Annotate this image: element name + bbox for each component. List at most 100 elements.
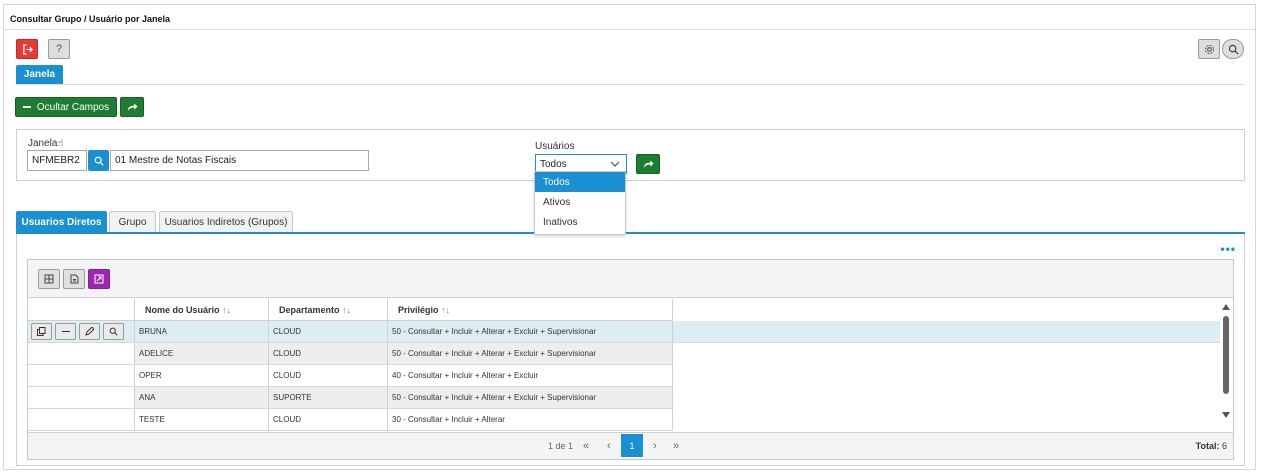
header-privilegio[interactable]: Privilégio ↑↓ xyxy=(388,299,673,320)
copy-button[interactable] xyxy=(31,323,52,340)
cell-nome: ANA xyxy=(135,387,269,408)
share-arrow-icon xyxy=(643,160,654,168)
table-row[interactable]: BRUNA CLOUD 50 - Consultar + Incluir + A… xyxy=(28,321,1220,343)
tab-usuarios-indiretos[interactable]: Usuarios Indiretos (Grupos) xyxy=(159,211,293,232)
pointer-icon: ☝ xyxy=(57,138,64,149)
more-options-icon[interactable]: ••• xyxy=(1220,242,1236,256)
total-count: Total: 6 xyxy=(1195,441,1227,451)
last-page-button[interactable]: » xyxy=(673,440,679,452)
option-todos[interactable]: Todos xyxy=(535,172,625,192)
row-actions xyxy=(28,409,135,430)
page-title: Consultar Grupo / Usuário por Janela xyxy=(10,14,171,24)
export-button[interactable] xyxy=(63,268,85,289)
current-page-button[interactable]: 1 xyxy=(621,434,643,457)
usuarios-dropdown: Todos Ativos Inativos xyxy=(534,171,626,235)
usuarios-select-value: Todos xyxy=(540,158,567,170)
table-row[interactable]: ANA SUPORTE 50 - Consultar + Incluir + A… xyxy=(28,387,673,409)
exit-button[interactable] xyxy=(16,39,38,59)
cell-departamento: CLOUD xyxy=(269,321,388,342)
help-label: ? xyxy=(55,43,63,55)
scroll-up-icon[interactable] xyxy=(1222,304,1230,310)
cell-privilegio: 50 - Consultar + Incluir + Alterar + Exc… xyxy=(388,343,673,364)
prev-page-button[interactable]: ‹ xyxy=(607,440,611,452)
sort-icon[interactable]: ↑↓ xyxy=(222,305,231,315)
janela-desc-value: 01 Mestre de Notas Fiscais xyxy=(115,155,237,166)
cell-nome: OPER xyxy=(135,365,269,386)
tab-usuarios-diretos[interactable]: Usuarios Diretos xyxy=(16,211,107,232)
option-inativos[interactable]: Inativos xyxy=(535,212,625,232)
janela-desc-field[interactable]: 01 Mestre de Notas Fiscais xyxy=(110,150,369,171)
main-window: Consultar Grupo / Usuário por Janela ? J… xyxy=(3,4,1256,470)
minus-icon xyxy=(61,331,70,332)
table-row[interactable]: TESTE CLOUD 30 - Consultar + Incluir + A… xyxy=(28,409,673,431)
next-page-button[interactable]: › xyxy=(653,440,657,452)
grid-toolbar xyxy=(28,260,1233,298)
hide-fields-label: Ocultar Campos xyxy=(36,101,110,113)
janela-search-button[interactable] xyxy=(88,150,109,171)
row-actions xyxy=(28,321,135,342)
forward-button[interactable] xyxy=(120,97,144,117)
cell-nome: TESTE xyxy=(135,409,269,430)
tab-janela[interactable]: Janela xyxy=(16,65,63,84)
janela-code-field[interactable]: NFMEBR2 xyxy=(27,150,87,171)
sort-icon[interactable]: ↑↓ xyxy=(342,305,351,315)
expand-icon xyxy=(94,274,104,283)
edit-button[interactable] xyxy=(79,323,100,340)
search-icon xyxy=(94,156,104,166)
cell-privilegio: 50 - Consultar + Incluir + Alterar + Exc… xyxy=(388,321,673,342)
file-export-icon xyxy=(70,274,78,283)
cell-departamento: CLOUD xyxy=(269,343,388,364)
tab-grupo[interactable]: Grupo xyxy=(109,211,156,232)
columns-button[interactable] xyxy=(38,268,60,289)
scroll-down-icon[interactable] xyxy=(1222,412,1230,418)
grid-icon xyxy=(44,274,54,283)
title-divider xyxy=(4,29,1255,30)
tab-usuarios-indiretos-label: Usuarios Indiretos (Grupos) xyxy=(164,216,288,228)
tab-usuarios-diretos-label: Usuarios Diretos xyxy=(21,216,102,228)
vertical-scrollbar[interactable] xyxy=(1221,302,1231,432)
cell-privilegio: 50 - Consultar + Incluir + Alterar + Exc… xyxy=(388,387,673,408)
header-nome[interactable]: Nome do Usuário ↑↓ xyxy=(135,299,269,320)
search-icon xyxy=(109,327,118,336)
expand-button[interactable] xyxy=(88,268,110,289)
filter-panel: Janela☝ NFMEBR2 01 Mestre de Notas Fisca… xyxy=(16,129,1245,181)
hide-fields-button[interactable]: Ocultar Campos xyxy=(15,97,117,117)
header-actions xyxy=(28,299,135,320)
first-page-button[interactable]: « xyxy=(583,440,589,452)
janela-label: Janela☝ xyxy=(28,138,64,149)
share-arrow-icon xyxy=(127,103,138,111)
usuarios-apply-button[interactable] xyxy=(636,154,660,174)
cell-privilegio: 30 - Consultar + Incluir + Alterar xyxy=(388,409,673,430)
tab-divider xyxy=(16,84,1245,85)
help-button[interactable]: ? xyxy=(48,39,70,59)
copy-icon xyxy=(37,327,46,336)
scroll-thumb[interactable] xyxy=(1223,316,1229,394)
settings-button[interactable] xyxy=(1198,39,1220,59)
header-departamento[interactable]: Departamento ↑↓ xyxy=(269,299,388,320)
tab-janela-label: Janela xyxy=(23,69,56,80)
row-actions xyxy=(28,343,135,364)
pager-info: 1 de 1 xyxy=(548,441,574,451)
cell-departamento: CLOUD xyxy=(269,365,388,386)
row-actions xyxy=(28,387,135,408)
minus-icon xyxy=(22,106,31,108)
search-icon xyxy=(1228,44,1239,55)
cell-nome: ADELICE xyxy=(135,343,269,364)
pencil-icon xyxy=(85,327,94,336)
gear-icon xyxy=(1204,44,1214,54)
data-grid: Nome do Usuário ↑↓ Departamento ↑↓ Privi… xyxy=(27,259,1234,460)
table-row[interactable]: ADELICE CLOUD 50 - Consultar + Incluir +… xyxy=(28,343,673,365)
cell-nome: BRUNA xyxy=(135,321,269,342)
janela-code-value: NFMEBR2 xyxy=(32,155,80,166)
usuarios-label: Usuários xyxy=(535,141,575,152)
sort-icon[interactable]: ↑↓ xyxy=(441,305,450,315)
view-button[interactable] xyxy=(103,323,124,340)
search-button[interactable] xyxy=(1222,39,1244,59)
exit-icon xyxy=(22,43,33,55)
remove-button[interactable] xyxy=(55,323,76,340)
cell-privilegio: 40 - Consultar + Incluir + Alterar + Exc… xyxy=(388,365,673,386)
cell-departamento: CLOUD xyxy=(269,409,388,430)
table-row[interactable]: OPER CLOUD 40 - Consultar + Incluir + Al… xyxy=(28,365,673,387)
option-ativos[interactable]: Ativos xyxy=(535,192,625,212)
grid-header: Nome do Usuário ↑↓ Departamento ↑↓ Privi… xyxy=(28,299,673,321)
